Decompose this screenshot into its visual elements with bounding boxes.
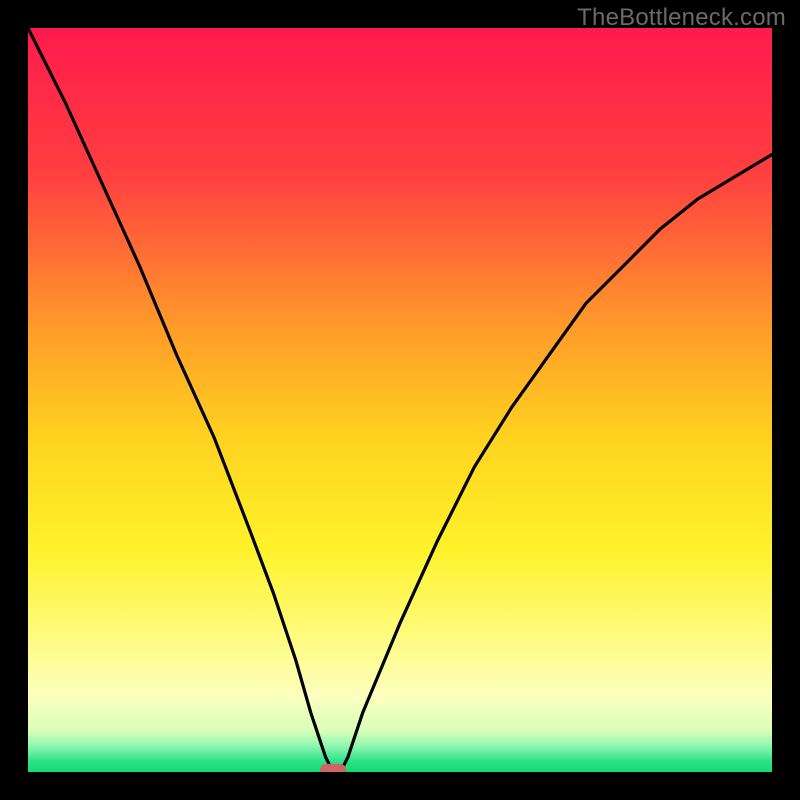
bottleneck-chart xyxy=(28,28,772,772)
gradient-background xyxy=(28,28,772,772)
optimum-marker xyxy=(320,764,346,772)
watermark-text: TheBottleneck.com xyxy=(577,4,786,32)
plot-area xyxy=(28,28,772,772)
chart-frame: TheBottleneck.com xyxy=(0,0,800,800)
